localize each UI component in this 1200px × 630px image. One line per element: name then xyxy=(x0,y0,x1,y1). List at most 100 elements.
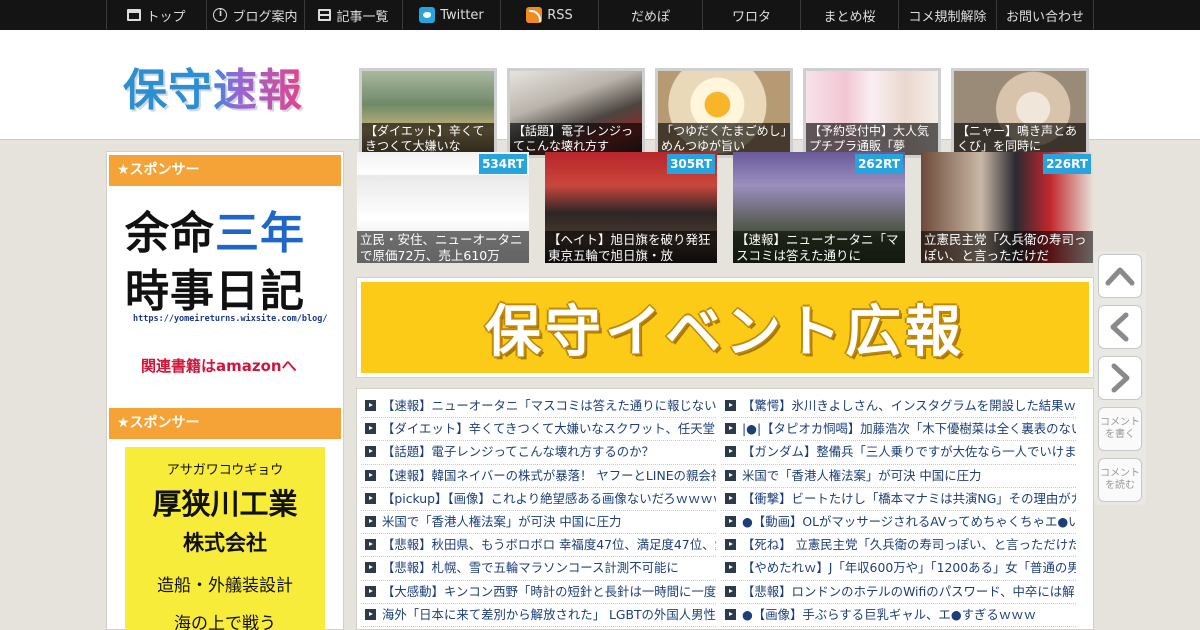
ad2-tagline: 海の上で戦う xyxy=(174,614,276,630)
list-icon xyxy=(318,9,332,21)
ad1-url: https://yomeireturns.wixsite.com/blog/ xyxy=(133,314,328,324)
nav-damepo[interactable]: だめぽ xyxy=(598,0,702,30)
forward-button[interactable] xyxy=(1098,356,1142,400)
bullet-arrow-icon xyxy=(725,400,736,411)
write-comment-button[interactable]: コメントを書く xyxy=(1098,407,1142,451)
home-icon xyxy=(127,9,142,21)
site-logo[interactable]: 保守速報 xyxy=(123,54,303,118)
bullet-arrow-icon xyxy=(725,562,736,574)
ranking-thumb-1[interactable]: 534RT 立民・安住、ニューオータニで原価72万、売上610万 xyxy=(357,152,529,263)
info-icon: i xyxy=(213,8,228,22)
nav-comment-unblock[interactable]: コメ規制解除 xyxy=(898,0,996,30)
nav-rss[interactable]: RSS xyxy=(500,0,598,30)
nav-warota[interactable]: ワロタ xyxy=(702,0,800,30)
list-item[interactable]: 米国で「香港人権法案」が可決 中国に圧力 xyxy=(361,511,716,535)
bullet-arrow-icon xyxy=(365,608,376,620)
rss-icon xyxy=(526,7,543,23)
list-item[interactable]: |●|【タピオカ恫喝】加藤浩次「木下優樹菜は全く裏表のない本 xyxy=(721,418,1076,442)
header-thumb-cat[interactable]: 【ニャー】鳴き声とあくび」を同時に xyxy=(951,68,1089,158)
thumb-caption: 立憲民主党「久兵衛の寿司っぽい、と言っただけだ xyxy=(921,231,1093,263)
article-list-left: 【速報】ニューオータニ「マスコミは答えた通りに報じない」 【ダイエット】辛くてき… xyxy=(361,395,716,627)
chevron-right-icon xyxy=(1111,363,1130,393)
bullet-arrow-icon xyxy=(725,585,736,597)
header-thumb-microwave[interactable]: 【話題】電子レンジってこんな壊れ方す xyxy=(507,68,645,158)
nav-matome-sakura[interactable]: まとめ桜 xyxy=(800,0,898,30)
thumb-caption: 【話題】電子レンジってこんな壊れ方す xyxy=(510,123,642,155)
bullet-arrow-icon xyxy=(365,539,376,551)
list-item[interactable]: 【やめたれｗ】J「年収600万や」「1200ある」女「普通の男の xyxy=(721,557,1076,581)
nav-article-list[interactable]: 記事一覧 xyxy=(304,0,402,30)
ranking-thumb-3[interactable]: 262RT 【速報】ニューオータニ「マスコミは答えた通りに xyxy=(733,152,905,263)
list-item[interactable]: 【話題】電子レンジってこんな壊れ方するのか？ xyxy=(361,441,716,465)
back-button[interactable] xyxy=(1098,305,1142,349)
banner-background: 保守イベント広報 xyxy=(361,282,1089,373)
list-item[interactable]: 【驚愕】氷川きよしさん、インスタグラムを開設した結果ｗｗ xyxy=(721,395,1076,419)
thumb-caption: 【ダイエット】辛くてきつくて大嫌いな xyxy=(362,123,494,155)
ad2-company-name: 厚狭川工業 xyxy=(152,487,298,521)
list-item[interactable]: 【悲報】秋田県、もうボロボロ 幸福度47位、満足度47位、愛着 xyxy=(361,534,716,558)
ad1-amazon-link[interactable]: 関連書籍はamazonへ xyxy=(141,355,297,376)
list-item[interactable]: ●【動画】OLがマッサージされるAVってめちゃくちゃエ●いよ xyxy=(721,511,1076,535)
list-item[interactable]: 【速報】韓国ネイバーの株式が暴落！ ヤフーとLINEの親会社 xyxy=(361,465,716,488)
ad2-kana: アサガワコウギョウ xyxy=(166,463,284,478)
read-comment-button[interactable]: コメントを読む xyxy=(1098,458,1142,502)
bullet-arrow-icon xyxy=(725,515,736,527)
list-item[interactable]: 【ダイエット】辛くてきつくて大嫌いなスクワット、任天堂に xyxy=(361,418,716,442)
event-banner[interactable]: 保守イベント広報 xyxy=(356,277,1094,378)
chevron-up-icon xyxy=(1105,267,1135,286)
bullet-arrow-icon xyxy=(365,585,376,597)
list-item[interactable]: 【pickup】【画像】これより絶望感ある画像ないだろｗｗｗｗ xyxy=(361,488,716,511)
header-thumb-egg-rice[interactable]: 「つゆだくたまごめし」めんつゆが旨い xyxy=(655,68,793,158)
sponsor-heading: ★スポンサー xyxy=(109,155,341,186)
scroll-top-button[interactable] xyxy=(1098,254,1142,298)
list-item[interactable]: 【死ね】 立憲民主党「久兵衛の寿司っぽい、と言っただけだ xyxy=(721,534,1076,558)
bullet-arrow-icon xyxy=(365,469,376,481)
retweet-count-badge: 226RT xyxy=(1043,154,1091,174)
twitter-icon xyxy=(419,7,436,23)
bullet-arrow-icon xyxy=(725,446,736,458)
banner-text: 保守イベント広報 xyxy=(485,300,965,365)
chevron-left-icon xyxy=(1110,312,1129,342)
ad-yomei-sannen[interactable]: 余命三年 時事日記 https://yomeireturns.wixsite.c… xyxy=(125,197,328,377)
bullet-arrow-icon xyxy=(365,400,376,411)
list-item[interactable]: 【速報】ニューオータニ「マスコミは答えた通りに報じない」 xyxy=(361,395,716,419)
ad2-business: 造船・外艤装設計 xyxy=(157,576,293,596)
thumb-caption: 【ニャー】鳴き声とあくび」を同時に xyxy=(954,123,1086,155)
thumb-caption: 立民・安住、ニューオータニで原価72万、売上610万 xyxy=(357,231,529,263)
header-thumb-diet[interactable]: 【ダイエット】辛くてきつくて大嫌いな xyxy=(359,68,497,158)
sponsor-heading: ★スポンサー xyxy=(109,408,341,439)
list-item[interactable]: 【悲報】札幌、雪で五輪マラソンコース計測不可能に xyxy=(361,557,716,581)
ad2-corp: 株式会社 xyxy=(183,531,267,555)
list-item[interactable]: 【ガンダム】整備兵「三人乗りですが大佐なら一人でいけます xyxy=(721,441,1076,465)
sidebar: ★スポンサー 余命三年 時事日記 https://yomeireturns.wi… xyxy=(106,151,344,630)
bullet-arrow-icon xyxy=(725,492,736,504)
list-item[interactable]: 【衝撃】ビートたけし「橋本マナミは共演NG」その理由がガチ xyxy=(721,488,1076,511)
thumb-caption: 【速報】ニューオータニ「マスコミは答えた通りに xyxy=(733,231,905,263)
list-item[interactable]: ●【画像】手ぶらする巨乳ギャル、エ●すぎるｗｗｗ xyxy=(721,604,1076,627)
list-item[interactable]: 【大感動】キンコン西野「時計の短針と長針は一時間に一度だ xyxy=(361,581,716,604)
bullet-arrow-icon xyxy=(365,562,376,574)
bullet-arrow-icon xyxy=(725,608,736,620)
bullet-arrow-icon xyxy=(365,446,376,458)
ad1-title-a: 余命 xyxy=(125,208,215,259)
bullet-arrow-icon xyxy=(365,515,376,527)
header-thumb-fashion[interactable]: 【予約受付中】大人気プチプラ通販「夢 xyxy=(803,68,941,158)
retweet-count-badge: 262RT xyxy=(855,154,903,174)
bullet-arrow-icon xyxy=(725,423,736,435)
ranking-thumb-4[interactable]: 226RT 立憲民主党「久兵衛の寿司っぽい、と言っただけだ xyxy=(921,152,1093,263)
bullet-arrow-icon xyxy=(725,539,736,551)
list-item[interactable]: 【悲報】ロンドンのホテルのWifiのパスワード、中卒には解けな xyxy=(721,581,1076,604)
ad-asagawa-kogyo[interactable]: アサガワコウギョウ 厚狭川工業 株式会社 造船・外艤装設計 海の上で戦う xyxy=(125,447,325,630)
thumb-caption: 【予約受付中】大人気プチプラ通販「夢 xyxy=(806,123,938,155)
list-item[interactable]: 米国で「香港人権法案」が可決 中国に圧力 xyxy=(721,465,1076,488)
list-item[interactable]: 海外「日本に来て差別から解放された」 LGBTの外国人男性が xyxy=(361,604,716,627)
nav-top[interactable]: トップ xyxy=(106,0,206,30)
nav-twitter[interactable]: Twitter xyxy=(402,0,500,30)
thumb-caption: 「つゆだくたまごめし」めんつゆが旨い xyxy=(658,123,790,155)
bullet-arrow-icon xyxy=(365,423,376,435)
nav-contact[interactable]: お問い合わせ xyxy=(996,0,1094,30)
ranking-thumb-2[interactable]: 305RT 【ヘイト】旭日旗を破り発狂 東京五輪で旭日旗・放 xyxy=(545,152,717,263)
nav-blog-info[interactable]: i ブログ案内 xyxy=(206,0,304,30)
retweet-count-badge: 534RT xyxy=(479,154,527,174)
ad1-title-2: 時事日記 xyxy=(125,266,305,317)
